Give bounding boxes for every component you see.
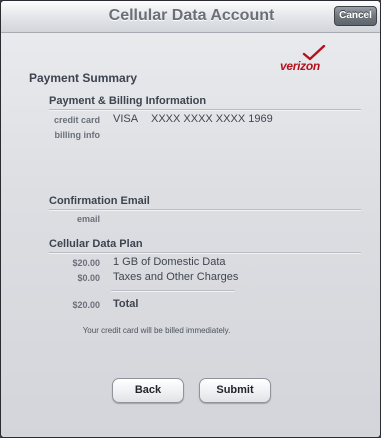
payment-summary-panel: verizon Payment Summary Payment & Billin… — [1, 33, 380, 437]
line-item-amount: $20.00 — [72, 258, 100, 268]
page-title: Cellular Data Account — [108, 7, 275, 24]
confirmation-section-heading: Confirmation Email — [49, 195, 150, 207]
email-label: email — [76, 214, 100, 224]
billing-note: Your credit card will be billed immediat… — [82, 326, 231, 335]
cancel-button[interactable]: Cancel — [334, 6, 377, 26]
logo-wordmark: verizon — [280, 59, 320, 73]
title-bar: Cellular Data Account Cancel — [1, 1, 380, 33]
line-item-amount: $0.00 — [77, 273, 100, 283]
divider — [49, 252, 361, 253]
credit-card-label: credit card — [53, 115, 100, 125]
credit-card-number: XXXX XXXX XXXX 1969 — [151, 113, 273, 125]
line-item-description: 1 GB of Domestic Data — [113, 256, 226, 268]
credit-card-type: VISA — [113, 113, 139, 125]
verizon-logo: verizon — [280, 45, 326, 75]
cellular-data-account-window: Cellular Data Account Cancel verizon Pay… — [0, 0, 381, 438]
billing-info-label: billing info — [54, 130, 101, 140]
back-button[interactable]: Back — [112, 378, 184, 403]
data-plan-section-heading: Cellular Data Plan — [49, 238, 143, 250]
billing-section-heading: Payment & Billing Information — [49, 95, 207, 107]
total-label: Total — [113, 298, 139, 310]
payment-summary-heading: Payment Summary — [29, 71, 138, 85]
line-item-description: Taxes and Other Charges — [113, 271, 239, 283]
divider — [49, 209, 361, 210]
total-amount: $20.00 — [72, 300, 100, 310]
divider — [49, 109, 361, 110]
total-divider — [111, 290, 235, 291]
submit-button[interactable]: Submit — [199, 378, 271, 403]
